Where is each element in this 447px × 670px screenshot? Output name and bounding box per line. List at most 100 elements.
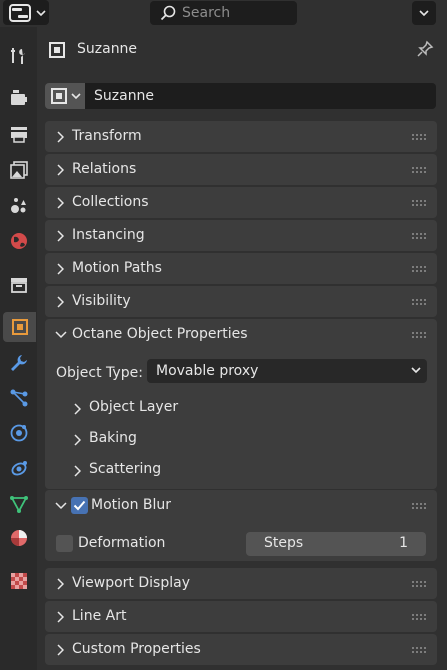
panel-label: Collections <box>72 194 149 210</box>
search-icon <box>160 5 176 21</box>
drag-grip-icon[interactable] <box>412 614 428 620</box>
tab-constraints[interactable] <box>4 453 34 483</box>
chevron-right-icon <box>57 197 64 209</box>
panel-label: Motion Paths <box>72 260 162 276</box>
tab-tool[interactable] <box>4 41 34 71</box>
drag-grip-icon[interactable] <box>412 299 428 305</box>
subpanel-label: Baking <box>89 430 137 446</box>
checkmark-icon <box>73 500 86 511</box>
subpanel-scattering[interactable]: Scattering <box>45 455 437 485</box>
panel-label: Octane Object Properties <box>72 326 248 342</box>
drag-grip-icon[interactable] <box>412 200 428 206</box>
object-type-value: Movable proxy <box>156 363 259 379</box>
drag-grip-icon[interactable] <box>412 233 428 239</box>
steps-number-field[interactable]: Steps 1 <box>246 532 426 556</box>
pin-icon[interactable] <box>416 40 434 58</box>
object-name-field[interactable]: Suzanne <box>85 83 436 109</box>
context-object-name: Suzanne <box>77 41 138 57</box>
editor-type-dropdown[interactable] <box>3 0 49 25</box>
drag-grip-icon[interactable] <box>412 503 428 509</box>
wrench-icon <box>11 355 27 371</box>
deformation-label: Deformation <box>78 535 166 551</box>
panel-collections[interactable]: Collections <box>45 187 437 218</box>
object-icon <box>49 42 65 58</box>
tab-data[interactable] <box>4 489 34 519</box>
panel-label: Instancing <box>72 227 145 243</box>
subpanel-label: Object Layer <box>89 399 179 415</box>
drag-grip-icon[interactable] <box>412 167 428 173</box>
tab-object[interactable] <box>3 312 36 342</box>
tab-view-layer[interactable] <box>4 155 34 185</box>
drag-grip-icon[interactable] <box>412 647 428 653</box>
tab-physics[interactable] <box>4 418 34 448</box>
chevron-down-icon <box>71 93 81 100</box>
context-header: Suzanne <box>37 27 447 71</box>
panel-header[interactable]: Octane Object Properties <box>45 319 437 350</box>
texture-checker-icon <box>11 573 27 589</box>
scene-icon <box>11 198 26 213</box>
object-browse-dropdown[interactable] <box>45 83 85 109</box>
properties-tab-strip <box>0 27 37 670</box>
object-icon <box>11 319 28 335</box>
panel-line-art[interactable]: Line Art <box>45 601 437 632</box>
panel-transform[interactable]: Transform <box>45 121 437 152</box>
drag-grip-icon[interactable] <box>412 332 428 338</box>
panel-visibility[interactable]: Visibility <box>45 286 437 317</box>
options-dropdown[interactable] <box>412 1 436 25</box>
tab-scene[interactable] <box>4 190 34 220</box>
drag-grip-icon[interactable] <box>412 581 428 587</box>
tool-icon <box>11 48 25 64</box>
subpanel-label: Scattering <box>89 461 162 477</box>
tab-render[interactable] <box>4 83 34 113</box>
object-name-row: Suzanne <box>45 83 437 109</box>
panel-viewport-display[interactable]: Viewport Display <box>45 568 437 599</box>
panel-header[interactable]: Motion Blur <box>45 490 437 521</box>
steps-label: Steps <box>264 535 304 551</box>
tab-particles[interactable] <box>4 383 34 413</box>
chevron-right-icon <box>57 164 64 176</box>
tab-output[interactable] <box>4 119 34 149</box>
panel-instancing[interactable]: Instancing <box>45 220 437 251</box>
chevron-down-icon <box>55 502 67 510</box>
tab-texture[interactable] <box>4 566 34 596</box>
panel-motion-paths[interactable]: Motion Paths <box>45 253 437 284</box>
panel-motion-blur: Motion Blur Deformation Steps 1 <box>45 490 437 561</box>
panel-label: Motion Blur <box>91 497 172 513</box>
panel-label: Viewport Display <box>72 575 190 591</box>
properties-editor-icon <box>9 3 31 22</box>
search-input[interactable] <box>182 5 292 21</box>
search-field[interactable] <box>150 1 297 25</box>
chevron-right-icon <box>74 434 81 446</box>
panel-custom-properties[interactable]: Custom Properties <box>45 634 437 665</box>
render-camera-icon <box>11 90 27 105</box>
chevron-right-icon <box>57 644 64 656</box>
deformation-row: Deformation Steps 1 <box>45 531 437 557</box>
collection-box-icon <box>11 278 27 293</box>
object-icon <box>51 88 67 104</box>
panel-relations[interactable]: Relations <box>45 154 437 185</box>
subpanel-object-layer[interactable]: Object Layer <box>45 393 437 423</box>
physics-orbit-icon <box>10 424 28 442</box>
object-type-select[interactable]: Movable proxy <box>147 359 427 383</box>
drag-grip-icon[interactable] <box>412 134 428 140</box>
tab-modifiers[interactable] <box>4 348 34 378</box>
chevron-right-icon <box>57 296 64 308</box>
tab-material[interactable] <box>4 523 34 553</box>
chevron-down-icon <box>36 9 46 16</box>
steps-value: 1 <box>399 535 408 551</box>
chevron-right-icon <box>74 403 81 415</box>
deformation-checkbox[interactable] <box>56 535 73 552</box>
tab-world[interactable] <box>4 226 34 256</box>
chevron-right-icon <box>57 578 64 590</box>
subpanel-baking[interactable]: Baking <box>45 424 437 454</box>
chevron-down-icon <box>411 367 421 374</box>
motion-blur-checkbox[interactable] <box>71 497 88 514</box>
object-type-row: Object Type: Movable proxy <box>45 358 437 384</box>
panel-octane-object-properties: Octane Object Properties Object Type: Mo… <box>45 319 437 489</box>
chevron-right-icon <box>57 263 64 275</box>
material-sphere-icon <box>11 530 27 546</box>
properties-header <box>0 0 447 27</box>
panel-label: Visibility <box>72 293 131 309</box>
drag-grip-icon[interactable] <box>412 266 428 272</box>
tab-collection[interactable] <box>4 270 34 300</box>
